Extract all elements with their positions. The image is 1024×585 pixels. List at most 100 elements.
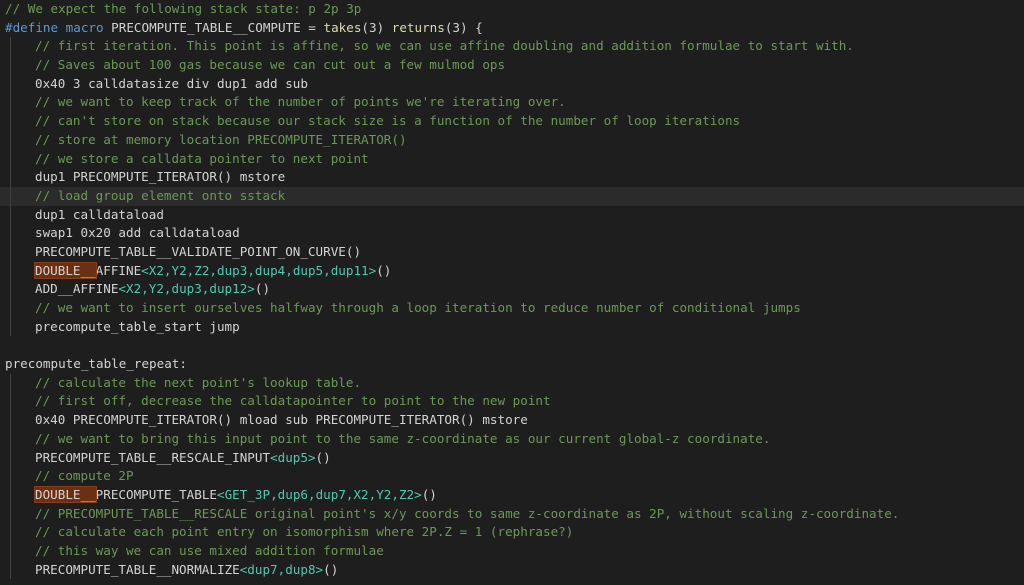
code-line[interactable]: DOUBLE__AFFINE<X2,Y2,Z2,dup3,dup4,dup5,d… — [0, 261, 1024, 281]
code-comment: // PRECOMPUTE_TABLE__RESCALE original po… — [35, 505, 900, 521]
code-line[interactable]: dup1 PRECOMPUTE_ITERATOR() mstore — [0, 168, 1024, 187]
code-line[interactable]: PRECOMPUTE_TABLE__VALIDATE_POINT_ON_CURV… — [0, 242, 1024, 262]
code-text: PRECOMPUTE_TABLE — [95, 486, 217, 502]
indent-guide — [10, 541, 11, 561]
code-line[interactable]: #define macro PRECOMPUTE_TABLE__COMPUTE … — [0, 19, 1024, 38]
indent-guide — [10, 261, 11, 281]
code-line[interactable]: // calculate each point entry on isomorp… — [0, 523, 1024, 542]
macro-keyword: macro — [65, 19, 104, 35]
template-args: <dup7,dup8> — [239, 561, 324, 577]
code-line[interactable]: dup1 calldataload — [0, 205, 1024, 225]
code-line[interactable]: // store at memory location PRECOMPUTE_I… — [0, 130, 1024, 150]
code-comment: // calculate the next point's lookup tab… — [35, 374, 362, 390]
code-text: dup1 PRECOMPUTE_ITERATOR() mstore — [35, 169, 286, 185]
code-line[interactable]: swap1 0x20 add calldataload — [0, 224, 1024, 243]
indent-guide — [10, 205, 11, 225]
code-line[interactable]: // can't store on stack because our stac… — [0, 112, 1024, 131]
code-line[interactable]: PRECOMPUTE_TABLE__NORMALIZE<dup7,dup8>() — [0, 560, 1024, 580]
indent-guide — [10, 224, 11, 243]
indent-guide — [10, 448, 11, 468]
indent-guide — [10, 74, 11, 94]
code-line[interactable]: // we store a calldata pointer to next p… — [0, 149, 1024, 169]
code-text: PRECOMPUTE_TABLE__NORMALIZE — [35, 561, 240, 577]
indent-guide — [10, 299, 11, 318]
indent-guide — [10, 504, 11, 524]
indent-guide — [10, 186, 11, 206]
code-line[interactable]: precompute_table_repeat: — [0, 355, 1024, 374]
template-args: <X2,Y2,dup3,dup12> — [118, 281, 255, 297]
code-comment: // we want to bring this input point to … — [35, 430, 771, 446]
indent-guide — [10, 523, 11, 542]
indent-guide — [10, 112, 11, 131]
indent-guide — [10, 56, 11, 75]
code-text: PRECOMPUTE_TABLE__COMPUTE = — [103, 19, 324, 35]
code-line[interactable]: 0x40 PRECOMPUTE_ITERATOR() mload sub PRE… — [0, 411, 1024, 430]
code-line[interactable]: // PRECOMPUTE_TABLE__RESCALE original po… — [0, 504, 1024, 524]
code-comment: // first iteration. This point is affine… — [35, 38, 854, 54]
current-code-line[interactable]: // load group element onto sstack — [0, 186, 1024, 206]
indent-guide — [10, 37, 11, 57]
define-keyword: #define — [5, 19, 59, 35]
template-args: <GET_3P,dup6,dup7,X2,Y2,Z2> — [217, 486, 422, 502]
code-line[interactable]: // compute 2P — [0, 467, 1024, 486]
code-line[interactable]: // we want to keep track of the number o… — [0, 93, 1024, 113]
code-text: dup1 calldataload — [35, 206, 164, 222]
code-line[interactable]: // calculate the next point's lookup tab… — [0, 373, 1024, 393]
indent-guide — [10, 392, 11, 412]
indent-guide — [10, 467, 11, 486]
indent-guide — [10, 149, 11, 169]
code-line[interactable]: // we want to insert ourselves halfway t… — [0, 299, 1024, 318]
code-text: precompute_table_start jump — [35, 318, 240, 334]
search-match-highlight: DOUBLE__ — [34, 261, 97, 279]
takes-keyword: takes — [323, 19, 362, 35]
code-comment: // store at memory location PRECOMPUTE_I… — [35, 131, 407, 147]
code-text: PRECOMPUTE_TABLE__RESCALE_INPUT — [35, 449, 271, 465]
code-text: AFFINE — [95, 262, 142, 278]
code-text: 0x40 3 calldatasize div dup1 add sub — [35, 75, 308, 91]
indent-guide — [10, 130, 11, 150]
code-comment: // calculate each point entry on isomorp… — [35, 524, 574, 540]
code-text: (3) { — [444, 19, 483, 35]
indent-guide — [10, 317, 11, 337]
code-line[interactable]: precompute_table_start jump — [0, 317, 1024, 337]
code-text: PRECOMPUTE_TABLE__VALIDATE_POINT_ON_CURV… — [35, 243, 362, 259]
indent-guide — [10, 242, 11, 262]
code-line[interactable]: // we want to bring this input point to … — [0, 429, 1024, 449]
code-comment: // We expect the following stack state: … — [5, 1, 362, 16]
code-line[interactable]: // Saves about 100 gas because we can cu… — [0, 56, 1024, 75]
code-line[interactable]: ADD__AFFINE<X2,Y2,dup3,dup12>() — [0, 280, 1024, 299]
template-args: <dup5> — [270, 449, 316, 465]
code-comment: // compute 2P — [35, 468, 134, 484]
code-line[interactable] — [0, 336, 1024, 355]
code-text: () — [421, 486, 437, 502]
code-line[interactable]: // We expect the following stack state: … — [0, 0, 1024, 19]
code-text: () — [254, 281, 271, 297]
code-line[interactable]: PRECOMPUTE_TABLE__RESCALE_INPUT<dup5>() — [0, 448, 1024, 468]
search-match-highlight: DOUBLE__ — [34, 485, 97, 503]
code-text: () — [323, 561, 339, 577]
code-text: swap1 0x20 add calldataload — [35, 225, 240, 241]
returns-keyword: returns — [391, 19, 445, 35]
indent-guide — [10, 485, 11, 505]
code-comment: // load group element onto sstack — [35, 187, 286, 203]
code-comment: // first off, decrease the calldatapoint… — [35, 393, 551, 409]
code-comment: // can't store on stack because our stac… — [35, 113, 741, 129]
code-line[interactable]: // first off, decrease the calldatapoint… — [0, 392, 1024, 412]
code-text: ADD__AFFINE — [35, 281, 119, 297]
indent-guide — [10, 280, 11, 299]
code-line[interactable]: // this way we can use mixed addition fo… — [0, 541, 1024, 561]
code-comment: // we want to insert ourselves halfway t… — [35, 300, 801, 315]
code-text: () — [376, 262, 392, 278]
code-line[interactable]: DOUBLE__PRECOMPUTE_TABLE<GET_3P,dup6,dup… — [0, 485, 1024, 505]
code-comment: // Saves about 100 gas because we can cu… — [35, 57, 506, 73]
indent-guide — [10, 168, 11, 187]
code-editor[interactable]: // We expect the following stack state: … — [0, 0, 1024, 585]
code-label: precompute_table_repeat: — [5, 356, 187, 372]
code-line[interactable]: 0x40 3 calldatasize div dup1 add sub — [0, 74, 1024, 94]
code-line[interactable]: // first iteration. This point is affine… — [0, 37, 1024, 57]
code-text: () — [315, 449, 331, 465]
indent-guide — [10, 373, 11, 393]
indent-guide — [10, 429, 11, 449]
indent-guide — [10, 93, 11, 113]
